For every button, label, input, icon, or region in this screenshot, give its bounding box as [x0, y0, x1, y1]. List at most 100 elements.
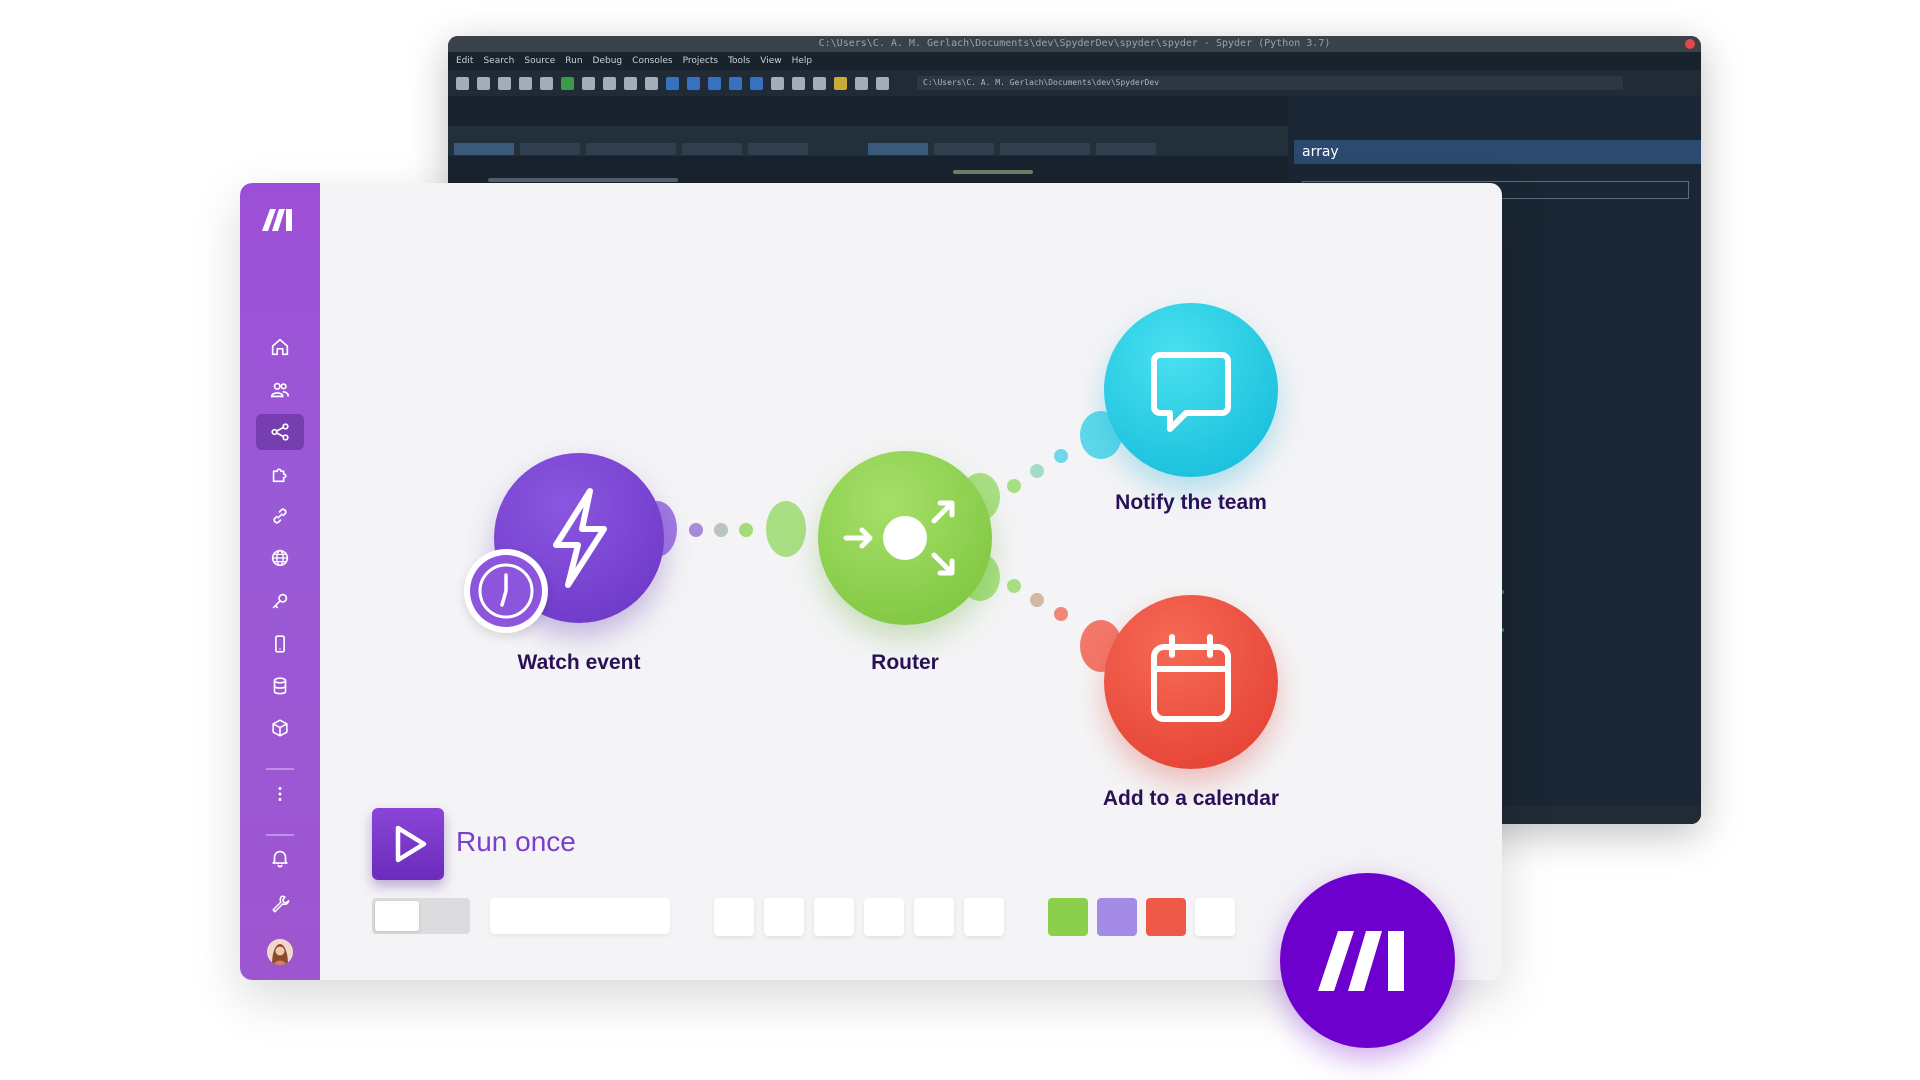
toolbar-control[interactable]	[814, 898, 854, 936]
back-icon[interactable]	[855, 76, 868, 90]
ide-menu-help[interactable]: Help	[792, 52, 813, 70]
globe-icon	[271, 549, 289, 567]
ide-menu-tools[interactable]: Tools	[728, 52, 750, 70]
save-icon[interactable]	[477, 76, 490, 90]
key-icon	[272, 593, 288, 609]
clock-icon	[470, 555, 542, 627]
scheduling-toggle[interactable]	[372, 898, 470, 934]
code-line	[953, 170, 1033, 174]
schedule-setting-control[interactable]	[490, 898, 670, 934]
share-icon	[271, 423, 289, 441]
sidebar-item-connections[interactable]	[256, 498, 304, 534]
connector-dot	[1007, 579, 1021, 593]
toolbar-control[interactable]	[1195, 898, 1235, 936]
sidebar-item-templates[interactable]	[256, 456, 304, 492]
make-brand-badge	[1280, 873, 1455, 1048]
module-router[interactable]	[818, 451, 992, 625]
ide-menu-projects[interactable]: Projects	[683, 52, 718, 70]
ide-menu-source[interactable]: Source	[524, 52, 555, 70]
run-icon[interactable]	[561, 76, 574, 90]
ide-editor-tabs	[448, 126, 1288, 156]
debug-icon[interactable]	[624, 76, 637, 90]
tool-swatch-green[interactable]	[1048, 898, 1088, 936]
step-icon[interactable]	[666, 76, 679, 90]
globe-tool-icon[interactable]	[540, 76, 553, 90]
ide-path-field[interactable]: C:\Users\C. A. M. Gerlach\Documents\dev\…	[917, 76, 1623, 90]
editor-tab[interactable]	[454, 143, 514, 155]
step-into-icon[interactable]	[687, 76, 700, 90]
sidebar-item-data-stores[interactable]	[256, 668, 304, 704]
toolbar-control[interactable]	[864, 898, 904, 936]
run-once-label[interactable]: Run once	[456, 826, 576, 858]
tool-swatch-red[interactable]	[1146, 898, 1186, 936]
sidebar-item-settings[interactable]	[256, 885, 304, 921]
ide-menu-search[interactable]: Search	[483, 52, 514, 70]
connector-dot	[714, 523, 728, 537]
avatar[interactable]	[267, 939, 293, 965]
editor-tab[interactable]	[520, 143, 580, 155]
connector-dot	[739, 523, 753, 537]
connector-dot	[1030, 593, 1044, 607]
schedule-badge[interactable]	[464, 549, 548, 633]
sidebar-item-team[interactable]	[256, 372, 304, 408]
stop-icon[interactable]	[750, 76, 763, 90]
ide-menu-run[interactable]: Run	[565, 52, 582, 70]
reload-icon[interactable]	[645, 76, 658, 90]
run-cell-advance-icon[interactable]	[603, 76, 616, 90]
run-once-button[interactable]	[372, 808, 444, 880]
ide-menu-debug[interactable]: Debug	[593, 52, 623, 70]
connector-dot	[1054, 449, 1068, 463]
editor-tab[interactable]	[934, 143, 994, 155]
sidebar-item-more[interactable]	[256, 776, 304, 812]
module-add-calendar[interactable]	[1104, 595, 1278, 769]
editor-tab[interactable]	[682, 143, 742, 155]
editor-tab[interactable]	[1000, 143, 1090, 155]
wrench-tool-icon[interactable]	[813, 76, 826, 90]
module-label-watch: Watch event	[517, 651, 641, 674]
sidebar-divider	[266, 834, 294, 836]
step-return-icon[interactable]	[708, 76, 721, 90]
ide-menu-view[interactable]: View	[760, 52, 781, 70]
editor-tab[interactable]	[1096, 143, 1156, 155]
make-logo-icon	[1317, 930, 1404, 991]
connector-dot	[1030, 464, 1044, 478]
sidebar-item-devices[interactable]	[256, 626, 304, 662]
sidebar-item-data-structures[interactable]	[256, 710, 304, 746]
toolbar-control[interactable]	[914, 898, 954, 936]
editor-tab[interactable]	[748, 143, 808, 155]
list-icon[interactable]	[519, 76, 532, 90]
sidebar-item-notifications[interactable]	[256, 840, 304, 876]
ide-menu-edit[interactable]: Edit	[456, 52, 473, 70]
toolbar-control[interactable]	[764, 898, 804, 936]
tool-swatch-purple[interactable]	[1097, 898, 1137, 936]
open-icon[interactable]	[456, 76, 469, 90]
continue-icon[interactable]	[729, 76, 742, 90]
ide-title-bar: C:\Users\C. A. M. Gerlach\Documents\dev\…	[448, 36, 1701, 52]
sidebar-item-webhooks[interactable]	[256, 540, 304, 576]
home-icon	[271, 338, 289, 356]
sidebar-item-keys[interactable]	[256, 583, 304, 619]
router-input-handle[interactable]	[766, 501, 806, 557]
editor-tab[interactable]	[868, 143, 928, 155]
maximize-icon[interactable]	[771, 76, 784, 90]
run-cell-icon[interactable]	[582, 76, 595, 90]
connector-dot	[1054, 607, 1068, 621]
ide-close-button[interactable]	[1685, 39, 1695, 49]
ide-menu-consoles[interactable]: Consoles	[632, 52, 672, 70]
sidebar-item-home[interactable]	[256, 329, 304, 365]
play-icon	[395, 825, 427, 863]
editor-tab[interactable]	[586, 143, 676, 155]
fullscreen-icon[interactable]	[792, 76, 805, 90]
mobile-icon	[275, 635, 285, 653]
python-icon[interactable]	[834, 76, 847, 90]
make-logo-icon[interactable]	[262, 209, 298, 231]
module-notify-team[interactable]	[1104, 303, 1278, 477]
code-line	[488, 178, 678, 182]
module-label-notify: Notify the team	[1115, 491, 1267, 514]
save-all-icon[interactable]	[498, 76, 511, 90]
forward-icon[interactable]	[876, 76, 889, 90]
sidebar-item-scenarios[interactable]	[256, 414, 304, 450]
toolbar-control[interactable]	[714, 898, 754, 936]
connector-dot	[689, 523, 703, 537]
toolbar-control[interactable]	[964, 898, 1004, 936]
